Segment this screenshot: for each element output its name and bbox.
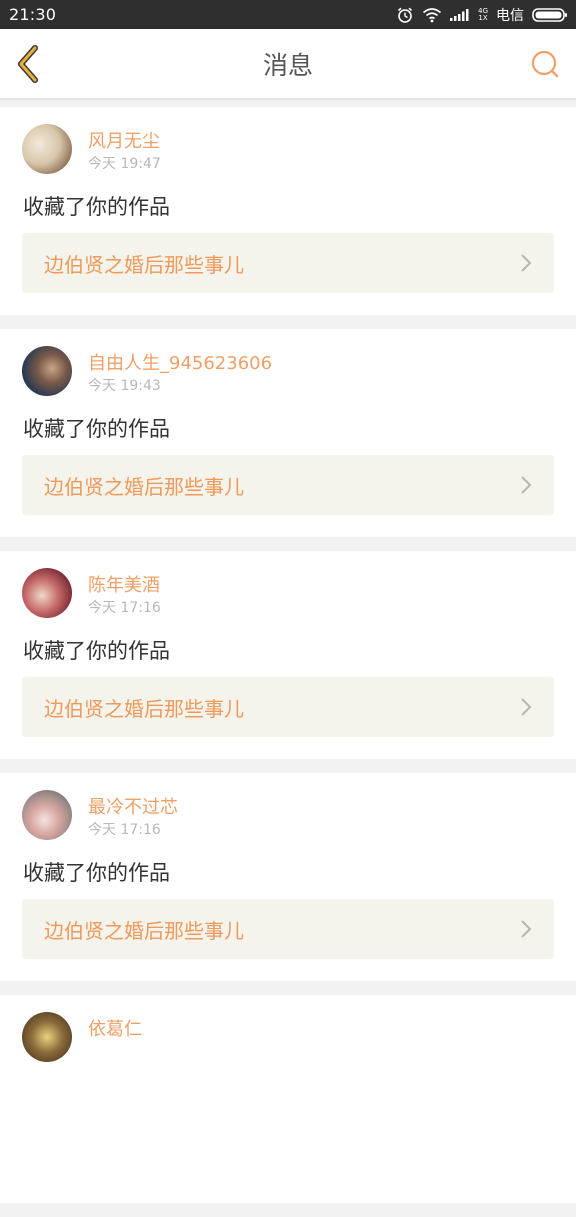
search-button[interactable] — [528, 49, 562, 83]
username[interactable]: 依葛仁 — [88, 1015, 142, 1041]
list-item: 最冷不过芯 今天 17:16 收藏了你的作品 边伯贤之婚后那些事儿 — [0, 773, 576, 981]
battery-icon — [532, 7, 568, 23]
work-title: 边伯贤之婚后那些事儿 — [44, 696, 244, 721]
work-link[interactable]: 边伯贤之婚后那些事儿 — [22, 455, 554, 515]
wifi-icon — [422, 7, 442, 23]
username[interactable]: 自由人生_945623606 — [88, 349, 272, 375]
page-title: 消息 — [262, 51, 313, 80]
action-text: 收藏了你的作品 — [23, 417, 170, 441]
action-text: 收藏了你的作品 — [23, 861, 170, 885]
work-title: 边伯贤之婚后那些事儿 — [44, 252, 244, 277]
avatar[interactable] — [22, 1012, 72, 1062]
work-title: 边伯贤之婚后那些事儿 — [44, 474, 244, 499]
avatar[interactable] — [22, 124, 72, 174]
work-link[interactable]: 边伯贤之婚后那些事儿 — [22, 899, 554, 959]
list-item: 风月无尘 今天 19:47 收藏了你的作品 边伯贤之婚后那些事儿 — [0, 107, 576, 315]
status-bar: 21:30 4G 1X 电信 — [0, 0, 576, 29]
chevron-left-icon — [14, 44, 42, 88]
search-icon — [530, 49, 560, 83]
list-item: 陈年美酒 今天 17:16 收藏了你的作品 边伯贤之婚后那些事儿 — [0, 551, 576, 759]
alarm-icon — [396, 6, 414, 24]
chevron-right-icon — [520, 697, 532, 717]
list-item: 自由人生_945623606 今天 19:43 收藏了你的作品 边伯贤之婚后那些… — [0, 329, 576, 537]
list-item: 依葛仁 — [0, 995, 576, 1203]
signal-icon — [450, 8, 470, 22]
chevron-right-icon — [520, 919, 532, 939]
work-link[interactable]: 边伯贤之婚后那些事儿 — [22, 677, 554, 737]
chevron-right-icon — [520, 475, 532, 495]
message-list: 风月无尘 今天 19:47 收藏了你的作品 边伯贤之婚后那些事儿 自由人生_94… — [0, 99, 576, 1217]
avatar[interactable] — [22, 346, 72, 396]
username[interactable]: 最冷不过芯 — [88, 793, 178, 819]
work-title: 边伯贤之婚后那些事儿 — [44, 918, 244, 943]
username[interactable]: 陈年美酒 — [88, 571, 160, 597]
chevron-right-icon — [520, 253, 532, 273]
timestamp: 今天 17:16 — [88, 600, 161, 616]
app-header: 消息 — [0, 29, 576, 99]
action-text: 收藏了你的作品 — [23, 639, 170, 663]
username[interactable]: 风月无尘 — [88, 127, 160, 153]
action-text: 收藏了你的作品 — [23, 195, 170, 219]
status-time: 21:30 — [9, 5, 57, 24]
timestamp: 今天 19:43 — [88, 378, 161, 394]
work-link[interactable]: 边伯贤之婚后那些事儿 — [22, 233, 554, 293]
status-icons: 4G 1X 电信 — [396, 5, 568, 25]
timestamp: 今天 19:47 — [88, 156, 161, 172]
avatar[interactable] — [22, 568, 72, 618]
carrier-label: 电信 — [496, 7, 524, 24]
network-type-bottom: 1X — [478, 13, 488, 22]
back-button[interactable] — [6, 44, 50, 88]
timestamp: 今天 17:16 — [88, 822, 161, 838]
avatar[interactable] — [22, 790, 72, 840]
network-type: 4G 1X — [478, 7, 488, 22]
